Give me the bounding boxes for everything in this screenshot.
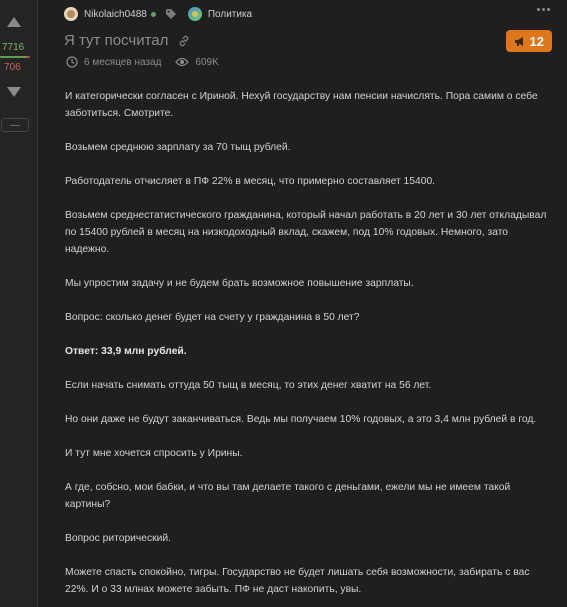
post-page: 7716 706 — Nikolaich0488 Политика Я тут … <box>0 0 567 607</box>
post-views: 609K <box>175 56 219 68</box>
post-paragraph: Вопрос риторический. <box>65 533 172 544</box>
post-paragraph: Но они даже не будут заканчиваться. Ведь… <box>65 414 537 425</box>
post-paragraph: И категорически согласен с Ириной. Нехуй… <box>65 91 538 119</box>
post-paragraph: Возьмем среднестатистического гражданина… <box>65 210 547 255</box>
post-answer: Ответ: 33,9 млн рублей. <box>65 346 187 357</box>
post-paragraph: Вопрос: сколько денег будет на счету у г… <box>65 312 360 323</box>
rating-ratio-bar <box>0 56 30 58</box>
online-status-dot <box>150 11 156 17</box>
vote-down-button[interactable] <box>6 84 22 100</box>
rating-minus-count: 706 <box>4 62 21 73</box>
post-paragraph: Мы упростим задачу и не будем брать возм… <box>65 278 414 289</box>
community-avatar[interactable] <box>187 7 202 21</box>
post-time-text: 6 месяцев назад <box>84 56 162 68</box>
triangle-down-icon <box>7 87 21 97</box>
community-name[interactable]: Политика <box>208 9 252 20</box>
post-title[interactable]: Я тут посчитал <box>64 32 168 49</box>
post-title-row: Я тут посчитал <box>64 32 190 49</box>
post-card: Nikolaich0488 Политика Я тут посчитал 12… <box>50 0 562 607</box>
author-avatar[interactable] <box>64 7 78 21</box>
post-time: 6 месяцев назад <box>66 56 161 68</box>
megaphone-icon <box>514 36 523 46</box>
clock-icon <box>66 56 78 68</box>
comments-badge[interactable]: 12 <box>505 30 552 52</box>
post-paragraph: Возьмем среднюю зарплату за 70 тыщ рубле… <box>65 142 291 153</box>
rating-plus-count: 7716 <box>2 42 25 53</box>
more-dots-icon[interactable] <box>537 8 550 11</box>
post-meta: Nikolaich0488 Политика <box>64 6 252 22</box>
comments-badge-count: 12 <box>529 33 544 49</box>
rating-rail: 7716 706 — <box>0 0 38 607</box>
vote-up-button[interactable] <box>6 14 22 30</box>
post-body: И категорически согласен с Ириной. Нехуй… <box>65 88 555 607</box>
post-paragraph: Можете спасть спокойно, тигры. Государст… <box>65 567 530 595</box>
post-views-text: 609K <box>195 56 219 68</box>
rating-ratio-positive <box>0 56 28 58</box>
tag-icon[interactable] <box>165 9 176 19</box>
post-paragraph: Работодатель отчисляет в ПФ 22% в месяц,… <box>65 176 436 187</box>
post-stats: 6 месяцев назад 609K <box>66 56 233 68</box>
post-paragraph: А где, собсно, мои бабки, и что вы там д… <box>65 482 511 510</box>
rating-more-button[interactable]: — <box>1 118 29 132</box>
link-icon[interactable] <box>178 35 190 47</box>
post-paragraph: Если начать снимать оттуда 50 тыщ в меся… <box>65 380 432 391</box>
post-paragraph: И тут мне хочется спросить у Ирины. <box>65 448 243 459</box>
author-name[interactable]: Nikolaich0488 <box>84 9 147 20</box>
eye-icon <box>175 57 190 67</box>
triangle-up-icon <box>7 17 21 27</box>
